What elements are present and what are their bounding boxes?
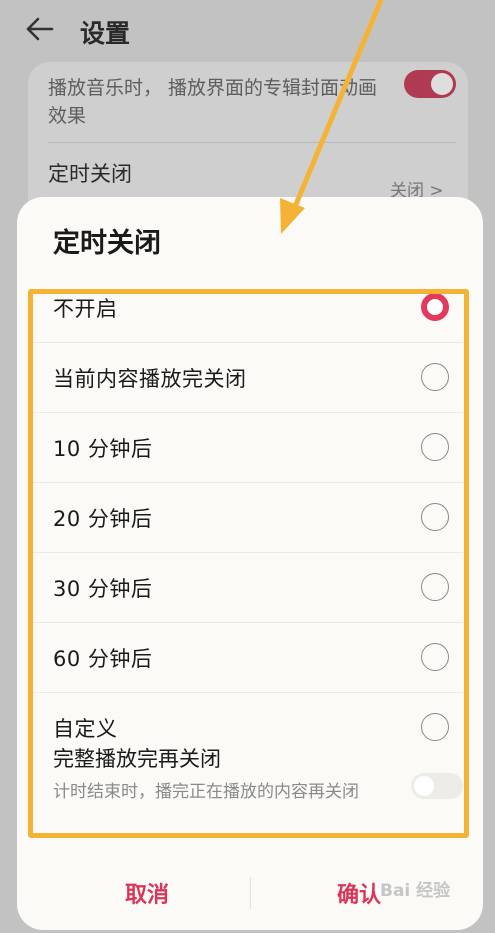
radio-unselected-icon[interactable] [421, 363, 449, 391]
album-animation-description: 播放音乐时， 播放界面的专辑封面动画效果 [48, 77, 378, 127]
arrow-left-icon[interactable] [22, 14, 58, 44]
footer-divider [250, 877, 251, 909]
full-play-description: 计时结束时，播完正在播放的内容再关闭 [53, 782, 359, 802]
timer-setting-label[interactable]: 定时关闭 [48, 158, 132, 188]
page-title: 设置 [80, 19, 131, 48]
option-10-min[interactable]: 10 分钟后 [33, 413, 463, 483]
radio-unselected-icon[interactable] [421, 573, 449, 601]
full-play-title: 完整播放完再关闭 [53, 747, 221, 771]
watermark-logo: Bai 经验 [380, 881, 451, 901]
album-animation-toggle[interactable] [404, 70, 456, 98]
option-label: 不开启 [53, 297, 118, 321]
settings-header: 设置 [0, 0, 495, 64]
option-label: 30 分钟后 [53, 577, 153, 601]
timer-options-list: 不开启 当前内容播放完关闭 10 分钟后 20 分钟后 30 分钟后 60 分钟… [33, 273, 463, 747]
radio-unselected-icon[interactable] [421, 503, 449, 531]
cancel-button[interactable]: 取消 [67, 873, 227, 913]
option-after-current[interactable]: 当前内容播放完关闭 [33, 343, 463, 413]
divider [48, 142, 456, 143]
radio-unselected-icon[interactable] [421, 433, 449, 461]
option-60-min[interactable]: 60 分钟后 [33, 623, 463, 693]
radio-selected-icon[interactable] [421, 293, 449, 321]
dialog-title: 定时关闭 [53, 228, 161, 259]
radio-unselected-icon[interactable] [421, 643, 449, 671]
option-label: 当前内容播放完关闭 [53, 367, 247, 391]
option-20-min[interactable]: 20 分钟后 [33, 483, 463, 553]
full-play-toggle[interactable] [411, 773, 463, 799]
option-label: 20 分钟后 [53, 507, 153, 531]
timer-dialog: 定时关闭 不开启 当前内容播放完关闭 10 分钟后 20 分钟后 30 分钟后 … [17, 197, 483, 930]
option-label: 60 分钟后 [53, 647, 153, 671]
option-off[interactable]: 不开启 [33, 273, 463, 343]
option-label: 10 分钟后 [53, 437, 153, 461]
full-play-setting: 完整播放完再关闭 计时结束时，播完正在播放的内容再关闭 [33, 737, 463, 837]
option-30-min[interactable]: 30 分钟后 [33, 553, 463, 623]
